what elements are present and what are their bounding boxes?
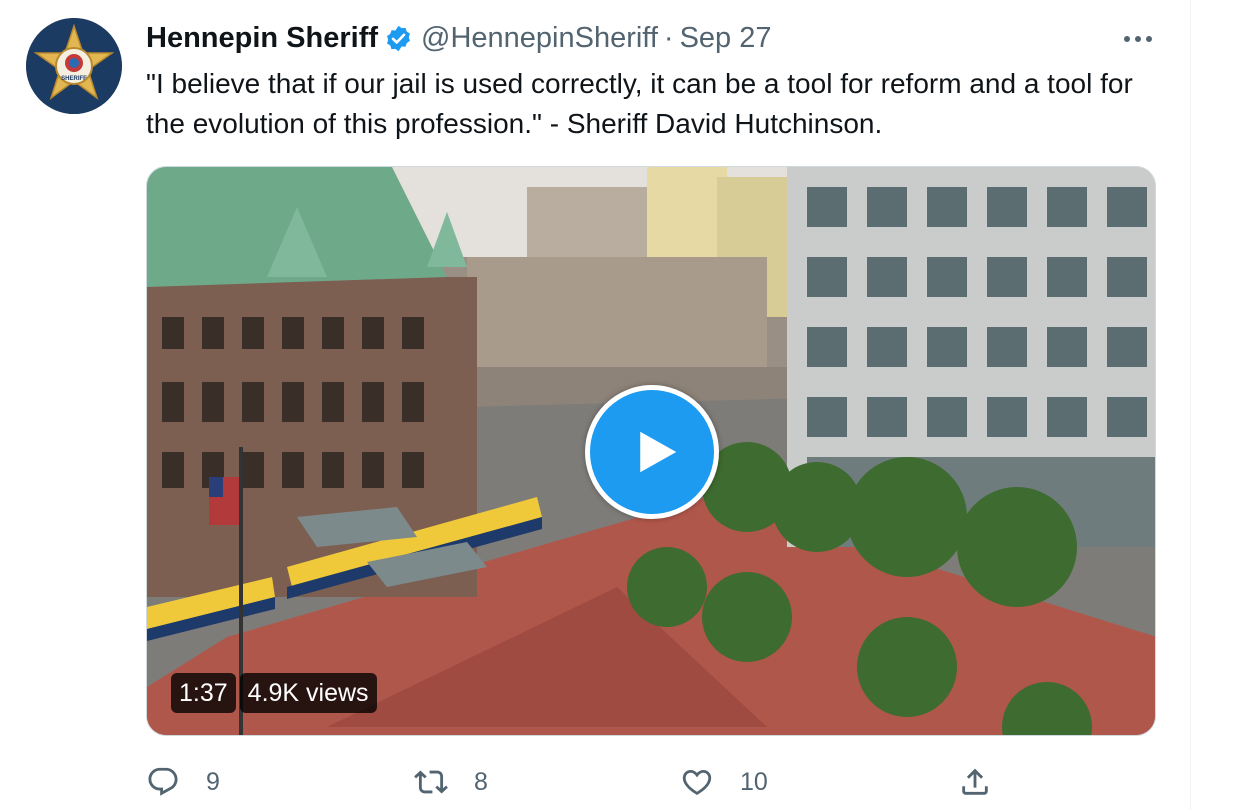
handle[interactable]: @HennepinSheriff bbox=[421, 22, 658, 55]
duration-badge: 1:37 bbox=[171, 673, 236, 713]
retweet-button[interactable]: 8 bbox=[414, 760, 488, 804]
video-player[interactable]: 1:37 4.9K views bbox=[146, 166, 1156, 736]
tweet-date[interactable]: Sep 27 bbox=[680, 22, 772, 55]
tweet-header: Hennepin Sheriff @HennepinSheriff · Sep … bbox=[146, 18, 772, 58]
avatar-seal-text: SHERIFF bbox=[61, 76, 87, 82]
video-badges: 1:37 4.9K views bbox=[171, 673, 377, 713]
separator-dot: · bbox=[663, 21, 674, 54]
like-count: 10 bbox=[740, 767, 768, 796]
retweet-count: 8 bbox=[474, 767, 488, 796]
reply-count: 9 bbox=[206, 767, 220, 796]
like-icon bbox=[682, 769, 712, 795]
retweet-icon bbox=[414, 770, 448, 794]
tweet-text: "I believe that if our jail is used corr… bbox=[146, 68, 1133, 139]
views-badge: 4.9K views bbox=[239, 673, 377, 713]
like-button[interactable]: 10 bbox=[680, 760, 768, 804]
share-icon bbox=[962, 768, 988, 795]
more-icon[interactable] bbox=[1120, 24, 1156, 54]
reply-button[interactable]: 9 bbox=[146, 760, 220, 804]
avatar[interactable]: SHERIFF bbox=[26, 18, 122, 114]
sheriff-star-logo: SHERIFF bbox=[26, 18, 122, 114]
play-icon bbox=[640, 431, 677, 473]
verified-badge-icon bbox=[384, 24, 413, 53]
timeline-border bbox=[1190, 0, 1191, 810]
display-name[interactable]: Hennepin Sheriff bbox=[146, 22, 378, 55]
share-button[interactable] bbox=[958, 760, 992, 804]
tweet-actions: 9 8 10 bbox=[146, 760, 1026, 804]
play-button[interactable] bbox=[585, 385, 719, 519]
reply-icon bbox=[148, 767, 178, 796]
